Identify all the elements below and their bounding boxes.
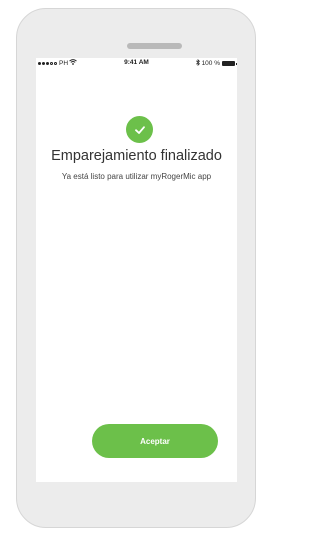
checkmark-icon <box>126 116 153 143</box>
page-title: Emparejamiento finalizado <box>51 148 222 164</box>
phone-speaker <box>127 43 182 49</box>
battery-percent: 100 % <box>201 60 220 67</box>
battery-icon <box>222 61 237 66</box>
bluetooth-icon <box>195 58 200 68</box>
success-message: Ya está listo para utilizar myRogerMic a… <box>61 172 212 181</box>
status-bar: PH 9:41 AM 100 % <box>36 58 237 70</box>
status-bar-right: 100 % <box>195 58 237 68</box>
accept-button[interactable]: Aceptar <box>92 424 218 458</box>
phone-screen: PH 9:41 AM 100 % Emparejamiento finaliza… <box>36 58 237 482</box>
